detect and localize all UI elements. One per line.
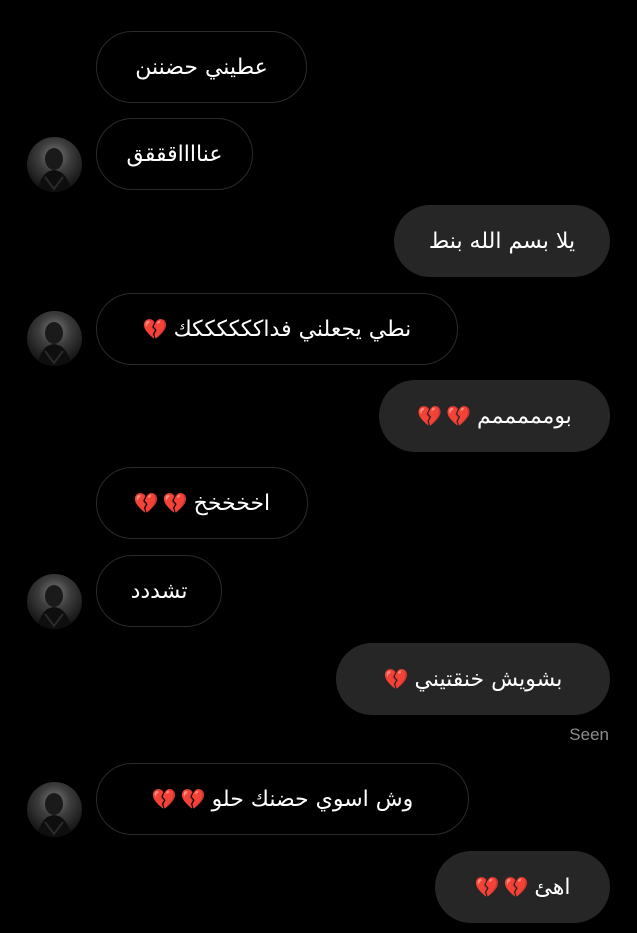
- message-text: عنااااقققق: [126, 141, 223, 167]
- message-text: بشويش خنقتيني: [414, 666, 563, 692]
- message-bubble-outgoing[interactable]: بشويش خنقتيني 💔: [336, 643, 610, 715]
- message-text: وش اسوي حضنك حلو: [211, 786, 414, 812]
- message-bubble-outgoing[interactable]: يلا بسم الله بنط: [394, 205, 610, 277]
- broken-heart-icon: 💔: [446, 404, 472, 428]
- message-text: اخخخخخ: [193, 490, 271, 516]
- contact-avatar[interactable]: [27, 311, 82, 366]
- message-text: عطيني حضننن: [135, 54, 268, 80]
- message-bubble-outgoing[interactable]: بومممممم 💔 💔: [379, 380, 610, 452]
- message-text: اهئ: [534, 874, 571, 900]
- message-bubble-incoming[interactable]: وش اسوي حضنك حلو 💔 💔: [96, 763, 469, 835]
- broken-heart-icon: 💔: [151, 787, 177, 811]
- message-bubble-incoming[interactable]: اخخخخخ 💔 💔: [96, 467, 308, 539]
- broken-heart-icon: 💔: [417, 404, 443, 428]
- broken-heart-icon: 💔: [133, 491, 159, 515]
- broken-heart-icon: 💔: [383, 667, 409, 691]
- broken-heart-icons: 💔 💔: [417, 404, 471, 428]
- message-bubble-incoming[interactable]: عطيني حضننن: [96, 31, 307, 103]
- contact-avatar[interactable]: [27, 574, 82, 629]
- message-bubble-outgoing[interactable]: اهئ 💔 💔: [435, 851, 610, 923]
- message-bubble-incoming[interactable]: نطي يجعلني فداككككككك 💔: [96, 293, 458, 365]
- broken-heart-icon: 💔: [503, 875, 529, 899]
- message-text: يلا بسم الله بنط: [428, 228, 576, 254]
- message-text: تشددد: [130, 578, 188, 604]
- message-text: بومممممم: [477, 403, 572, 429]
- broken-heart-icons: 💔 💔: [475, 875, 529, 899]
- broken-heart-icons: 💔 💔: [134, 491, 188, 515]
- seen-status: Seen: [569, 725, 609, 744]
- contact-avatar[interactable]: [27, 137, 82, 192]
- message-text: نطي يجعلني فداككككككك: [173, 316, 412, 342]
- broken-heart-icons: 💔: [384, 667, 409, 691]
- broken-heart-icon: 💔: [162, 491, 188, 515]
- broken-heart-icon: 💔: [142, 317, 168, 341]
- broken-heart-icon: 💔: [474, 875, 500, 899]
- broken-heart-icon: 💔: [180, 787, 206, 811]
- broken-heart-icons: 💔: [143, 317, 168, 341]
- contact-avatar[interactable]: [27, 782, 82, 837]
- message-bubble-incoming[interactable]: عنااااقققق: [96, 118, 253, 190]
- broken-heart-icons: 💔 💔: [152, 787, 206, 811]
- message-bubble-incoming[interactable]: تشددد: [96, 555, 222, 627]
